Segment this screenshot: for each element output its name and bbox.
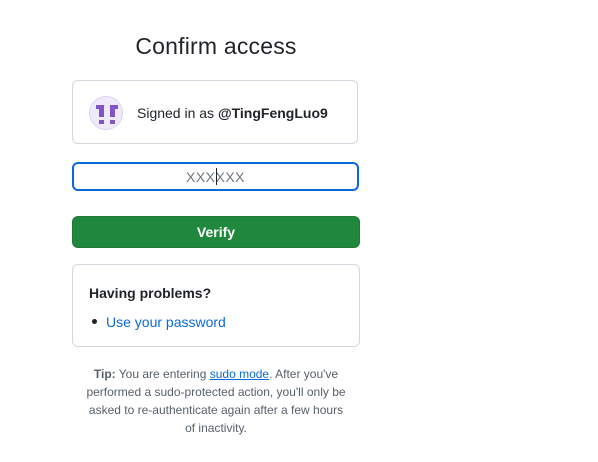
signed-in-text: Signed in as @TingFengLuo9: [137, 105, 328, 121]
verify-button[interactable]: Verify: [72, 216, 360, 248]
tip-text-before-link: You are entering: [115, 367, 210, 381]
tip-label: Tip:: [93, 367, 116, 381]
sudo-mode-link[interactable]: sudo mode: [210, 367, 269, 381]
page-title: Confirm access: [135, 33, 297, 59]
alternative-methods-list: Use your password: [89, 313, 226, 331]
having-problems-heading: Having problems?: [89, 285, 212, 301]
text-cursor: [216, 168, 217, 185]
signed-in-prefix: Signed in as: [137, 105, 218, 121]
signed-in-panel: Signed in as @TingFengLuo9: [72, 80, 358, 144]
sudo-mode-tip: Tip: You are entering sudo mode. After y…: [84, 365, 348, 437]
username: @TingFengLuo9: [217, 105, 328, 121]
identicon-avatar-icon: [89, 96, 123, 130]
bullet-icon: [92, 319, 97, 324]
use-password-link[interactable]: Use your password: [106, 314, 226, 330]
list-item: Use your password: [89, 313, 226, 331]
confirm-access-page: Confirm access Signed in as @TingFengLuo…: [0, 0, 598, 462]
having-problems-panel: Having problems? Use your password: [72, 264, 360, 347]
